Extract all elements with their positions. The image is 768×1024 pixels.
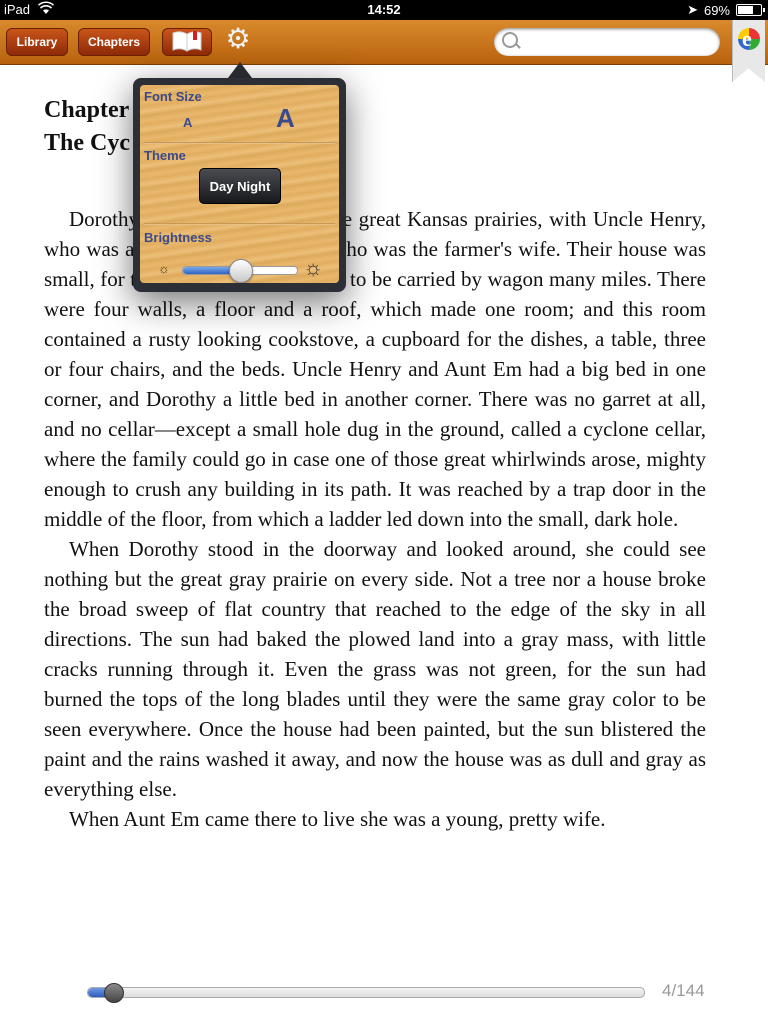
gear-icon[interactable]: ⚙: [224, 26, 252, 54]
divider: [144, 223, 335, 225]
progress-slider-knob[interactable]: [104, 983, 125, 1003]
divider: [144, 142, 335, 144]
clock: 14:52: [367, 2, 401, 17]
paragraph: When Dorothy stood in the doorway and lo…: [44, 537, 706, 801]
location-icon: ➤: [687, 2, 698, 17]
app-logo-icon: e: [738, 28, 760, 50]
battery-percent: 69%: [703, 2, 730, 18]
page-progress-slider[interactable]: [87, 983, 645, 1003]
brightness-low-icon: ☼: [158, 261, 170, 276]
theme-label: Theme: [144, 148, 186, 163]
brightness-label: Brightness: [144, 230, 212, 245]
paragraph: When Aunt Em came there to live she was …: [69, 807, 606, 831]
search-icon: [502, 32, 518, 48]
font-decrease-button[interactable]: A: [183, 115, 192, 130]
settings-panel: Font Size A A Theme Day Night Brightness…: [140, 85, 339, 283]
brightness-slider[interactable]: [182, 259, 298, 283]
settings-popover: Font Size A A Theme Day Night Brightness…: [133, 78, 346, 292]
brightness-slider-knob[interactable]: [229, 259, 253, 283]
battery-fill: [738, 6, 754, 14]
search-input[interactable]: [522, 32, 706, 52]
font-size-label: Font Size: [144, 89, 202, 104]
battery-icon: [736, 4, 765, 16]
popover-arrow: [228, 62, 252, 78]
font-increase-button[interactable]: A: [276, 103, 295, 134]
search-field[interactable]: [494, 28, 720, 56]
open-book-icon: [171, 30, 203, 55]
library-button[interactable]: Library: [6, 28, 68, 56]
book-view-button[interactable]: [162, 28, 212, 56]
status-right: ➤ 69%: [687, 2, 765, 18]
day-night-toggle[interactable]: Day Night: [199, 168, 281, 204]
brightness-high-icon: ☼: [303, 255, 324, 280]
page-counter: 4/144: [662, 981, 705, 1000]
status-bar: iPad 14:52 ➤ 69%: [0, 0, 768, 20]
chapters-button[interactable]: Chapters: [78, 28, 150, 56]
reader-toolbar: Library Chapters ⚙: [0, 20, 768, 65]
bookmark-ribbon[interactable]: e: [732, 20, 765, 82]
